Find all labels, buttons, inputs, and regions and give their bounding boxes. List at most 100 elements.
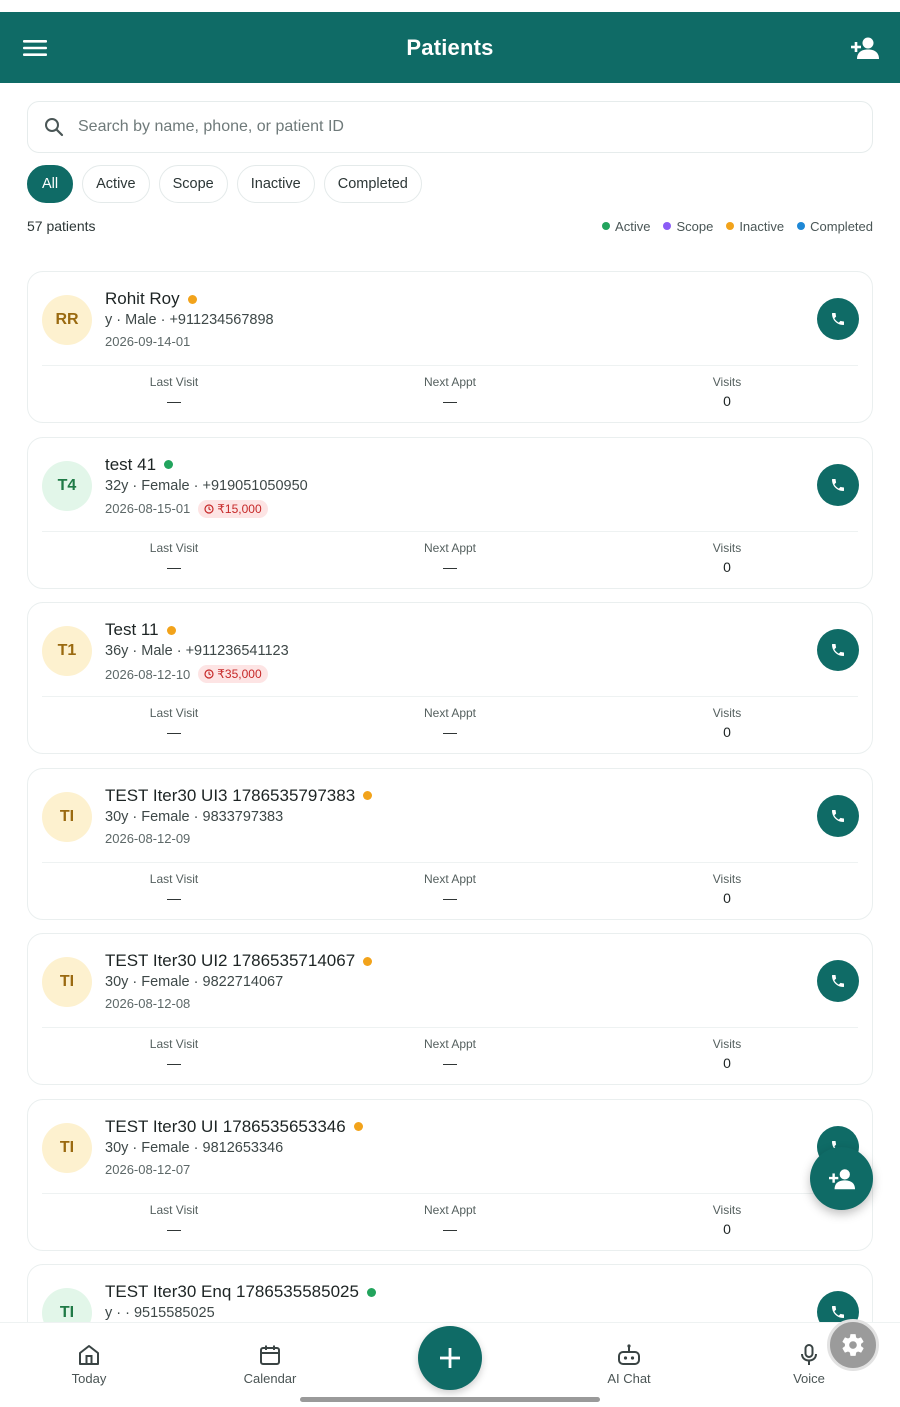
stat-visits: Visits 0 — [657, 375, 797, 409]
patient-name: test 41 — [105, 454, 157, 474]
phone-icon — [832, 1306, 844, 1318]
stat-visits: Visits 0 — [657, 541, 797, 575]
nav-label: Voice — [793, 1371, 825, 1386]
patient-date: 2026-08-12-08 — [105, 996, 191, 1011]
avatar: TI — [42, 957, 92, 1007]
stat-label: Visits — [712, 375, 742, 389]
stat-last-visit: Last Visit — — [104, 1203, 244, 1237]
patient-name-row: TEST Iter30 UI 1786535653346 — [105, 1117, 363, 1137]
legend-active: Active — [602, 219, 650, 234]
stat-visits: Visits 0 — [657, 1037, 797, 1071]
phone-icon — [832, 644, 844, 656]
stat-label: Visits — [712, 706, 742, 720]
add-patient-fab[interactable] — [810, 1147, 873, 1210]
patient-card[interactable]: T4 test 41 32y · Female · +919051050950 … — [27, 436, 873, 589]
avatar: TI — [42, 1122, 92, 1173]
patient-date: 2026-08-15-01 — [105, 501, 191, 516]
phone-icon — [832, 975, 844, 987]
app-bar: Patients — [0, 12, 900, 83]
add-patient-icon[interactable] — [850, 34, 880, 62]
status-bar — [0, 0, 900, 12]
status-dot — [164, 460, 174, 469]
gear-icon — [842, 1334, 864, 1356]
call-button[interactable] — [817, 960, 859, 1002]
stat-value: 0 — [723, 1220, 731, 1237]
stat-label: Visits — [712, 871, 742, 886]
patient-card[interactable]: T1 Test 11 36y · Male · +911236541123 20… — [27, 602, 873, 754]
stat-next-appt: Next Appt — — [380, 1203, 520, 1237]
stat-value: 0 — [723, 889, 731, 906]
filter-all[interactable]: All — [27, 165, 74, 203]
call-button[interactable] — [817, 298, 859, 340]
patient-meta: 32y · Female · +919051050950 — [105, 477, 308, 494]
patient-card[interactable]: TI TEST Iter30 UI3 1786535797383 30y · F… — [27, 767, 873, 920]
status-dot — [187, 294, 197, 304]
nav-label: Today — [71, 1371, 107, 1386]
patient-card[interactable]: TI TEST Iter30 UI2 1786535714067 30y · F… — [27, 933, 873, 1085]
phone-icon — [832, 313, 844, 325]
stat-visits: Visits 0 — [657, 872, 797, 906]
stat-label: Visits — [712, 1037, 742, 1051]
status-dot — [353, 1122, 363, 1131]
nav-calendar[interactable]: Calendar — [225, 1343, 315, 1386]
stat-next-appt: Next Appt — — [380, 872, 520, 906]
patient-card[interactable]: TI TEST Iter30 UI 1786535653346 30y · Fe… — [27, 1098, 873, 1251]
patient-name-row: TEST Iter30 UI3 1786535797383 — [105, 785, 373, 806]
stat-value: — — [167, 393, 181, 409]
stat-label: Next Appt — [423, 1037, 477, 1051]
filter-active[interactable]: Active — [82, 165, 150, 203]
stat-next-appt: Next Appt — — [380, 375, 520, 409]
stat-label: Next Appt — [423, 706, 477, 720]
filter-scope[interactable]: Scope — [158, 165, 228, 203]
nav-label: Calendar — [243, 1371, 297, 1386]
search-icon — [45, 118, 64, 137]
legend-dot — [663, 222, 672, 230]
patient-meta: 36y · Male · +911236541123 — [105, 643, 289, 659]
stat-next-appt: Next Appt — — [380, 541, 520, 575]
stat-label: Last Visit — [149, 375, 199, 389]
patient-date: 2026-09-14-01 — [105, 334, 191, 349]
search-input[interactable] — [78, 118, 838, 136]
filter-completed[interactable]: Completed — [323, 165, 422, 203]
due-amount: ₹15,000 — [217, 501, 262, 516]
due-amount: ₹35,000 — [217, 667, 262, 681]
call-button[interactable] — [817, 463, 859, 506]
patient-card[interactable]: TI TEST Iter30 Enq 1786535585025 y · · 9… — [27, 1264, 873, 1323]
patient-date: 2026-08-12-10 — [105, 666, 191, 682]
menu-icon[interactable] — [22, 36, 48, 60]
nav-ai-chat[interactable]: AI Chat — [584, 1343, 674, 1386]
call-button[interactable] — [817, 629, 859, 671]
stat-label: Next Appt — [423, 375, 477, 389]
patient-name-row: TEST Iter30 Enq 1786535585025 — [105, 1282, 376, 1302]
home-icon — [79, 1345, 99, 1365]
settings-button[interactable] — [827, 1319, 879, 1371]
stat-value: 0 — [723, 724, 731, 740]
status-dot — [166, 625, 176, 635]
patient-name: TEST Iter30 UI 1786535653346 — [105, 1116, 346, 1136]
stat-value: — — [443, 889, 457, 906]
patient-name: TEST Iter30 UI3 1786535797383 — [105, 785, 356, 805]
filter-inactive[interactable]: Inactive — [236, 165, 315, 203]
stat-value: — — [443, 724, 457, 740]
new-action-button[interactable] — [418, 1326, 482, 1390]
legend-scope: Scope — [663, 219, 713, 234]
calendar-icon — [260, 1345, 280, 1365]
stat-value: — — [443, 393, 457, 409]
search-bar — [27, 101, 873, 153]
stat-last-visit: Last Visit — — [104, 706, 244, 740]
stat-value: — — [443, 1055, 457, 1071]
patient-meta: 30y · Female · 9833797383 — [105, 808, 284, 825]
stat-value: — — [167, 1220, 181, 1237]
legend-inactive: Inactive — [726, 219, 784, 234]
stat-last-visit: Last Visit — — [104, 1037, 244, 1071]
robot-icon — [618, 1344, 640, 1365]
legend-completed: Completed — [797, 219, 873, 234]
patient-card[interactable]: RR Rohit Roy y · Male · +911234567898 20… — [27, 271, 873, 423]
nav-today[interactable]: Today — [44, 1343, 134, 1386]
phone-icon — [832, 478, 844, 491]
stat-value: 0 — [723, 558, 731, 575]
avatar: TI — [42, 1288, 92, 1323]
call-button[interactable] — [817, 794, 859, 837]
patient-name-row: Rohit Roy — [105, 289, 197, 309]
patient-name: TEST Iter30 UI2 1786535714067 — [105, 951, 356, 970]
